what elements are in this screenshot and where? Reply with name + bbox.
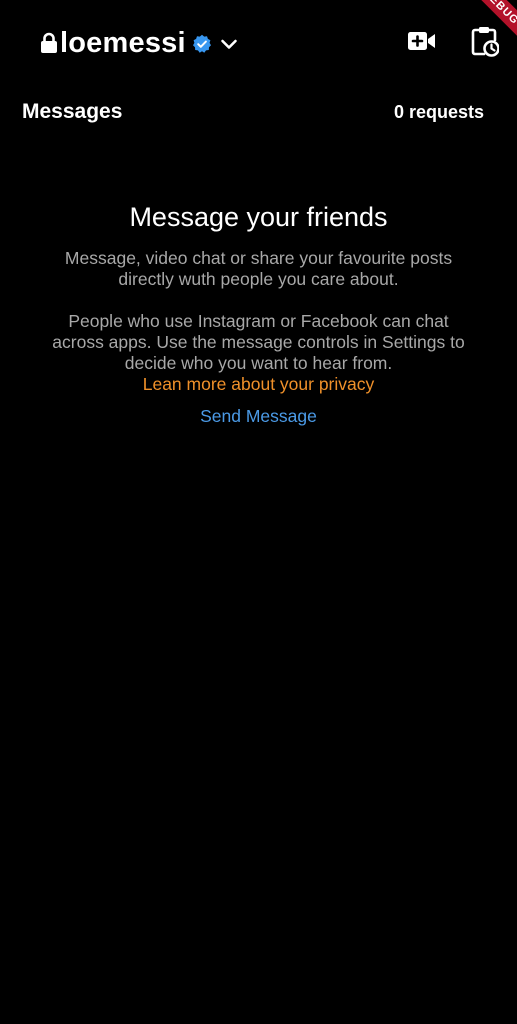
message-requests-link[interactable]: 0 requests [394, 102, 484, 123]
chevron-down-icon [220, 35, 238, 53]
account-switcher[interactable]: loemessi [40, 24, 238, 62]
cross-app-notice: People who use Instagram or Facebook can… [49, 311, 469, 395]
messages-title: Messages [22, 100, 123, 123]
privacy-learn-more-link[interactable]: Lean more about your privacy [49, 374, 469, 395]
send-message-button[interactable]: Send Message [200, 406, 317, 427]
lock-icon [40, 32, 58, 54]
account-username: loemessi [60, 27, 186, 59]
video-call-add-icon [407, 30, 437, 57]
debug-banner: DEBUG [457, 0, 517, 60]
top-app-bar: loemessi DEBUG [0, 0, 517, 86]
empty-state-description: Message, video chat or share your favour… [64, 248, 453, 289]
messages-section-header: Messages 0 requests [22, 96, 484, 128]
empty-inbox-state: Message your friends Message, video chat… [0, 198, 517, 427]
verified-badge-icon [192, 34, 212, 54]
cross-app-notice-text: People who use Instagram or Facebook can… [52, 311, 465, 373]
direct-messages-screen: loemessi DEBUG Messages 0 requests Messa… [0, 0, 517, 1024]
empty-state-title: Message your friends [129, 202, 388, 232]
new-video-call-button[interactable] [406, 28, 438, 58]
debug-banner-label: DEBUG [459, 0, 517, 49]
